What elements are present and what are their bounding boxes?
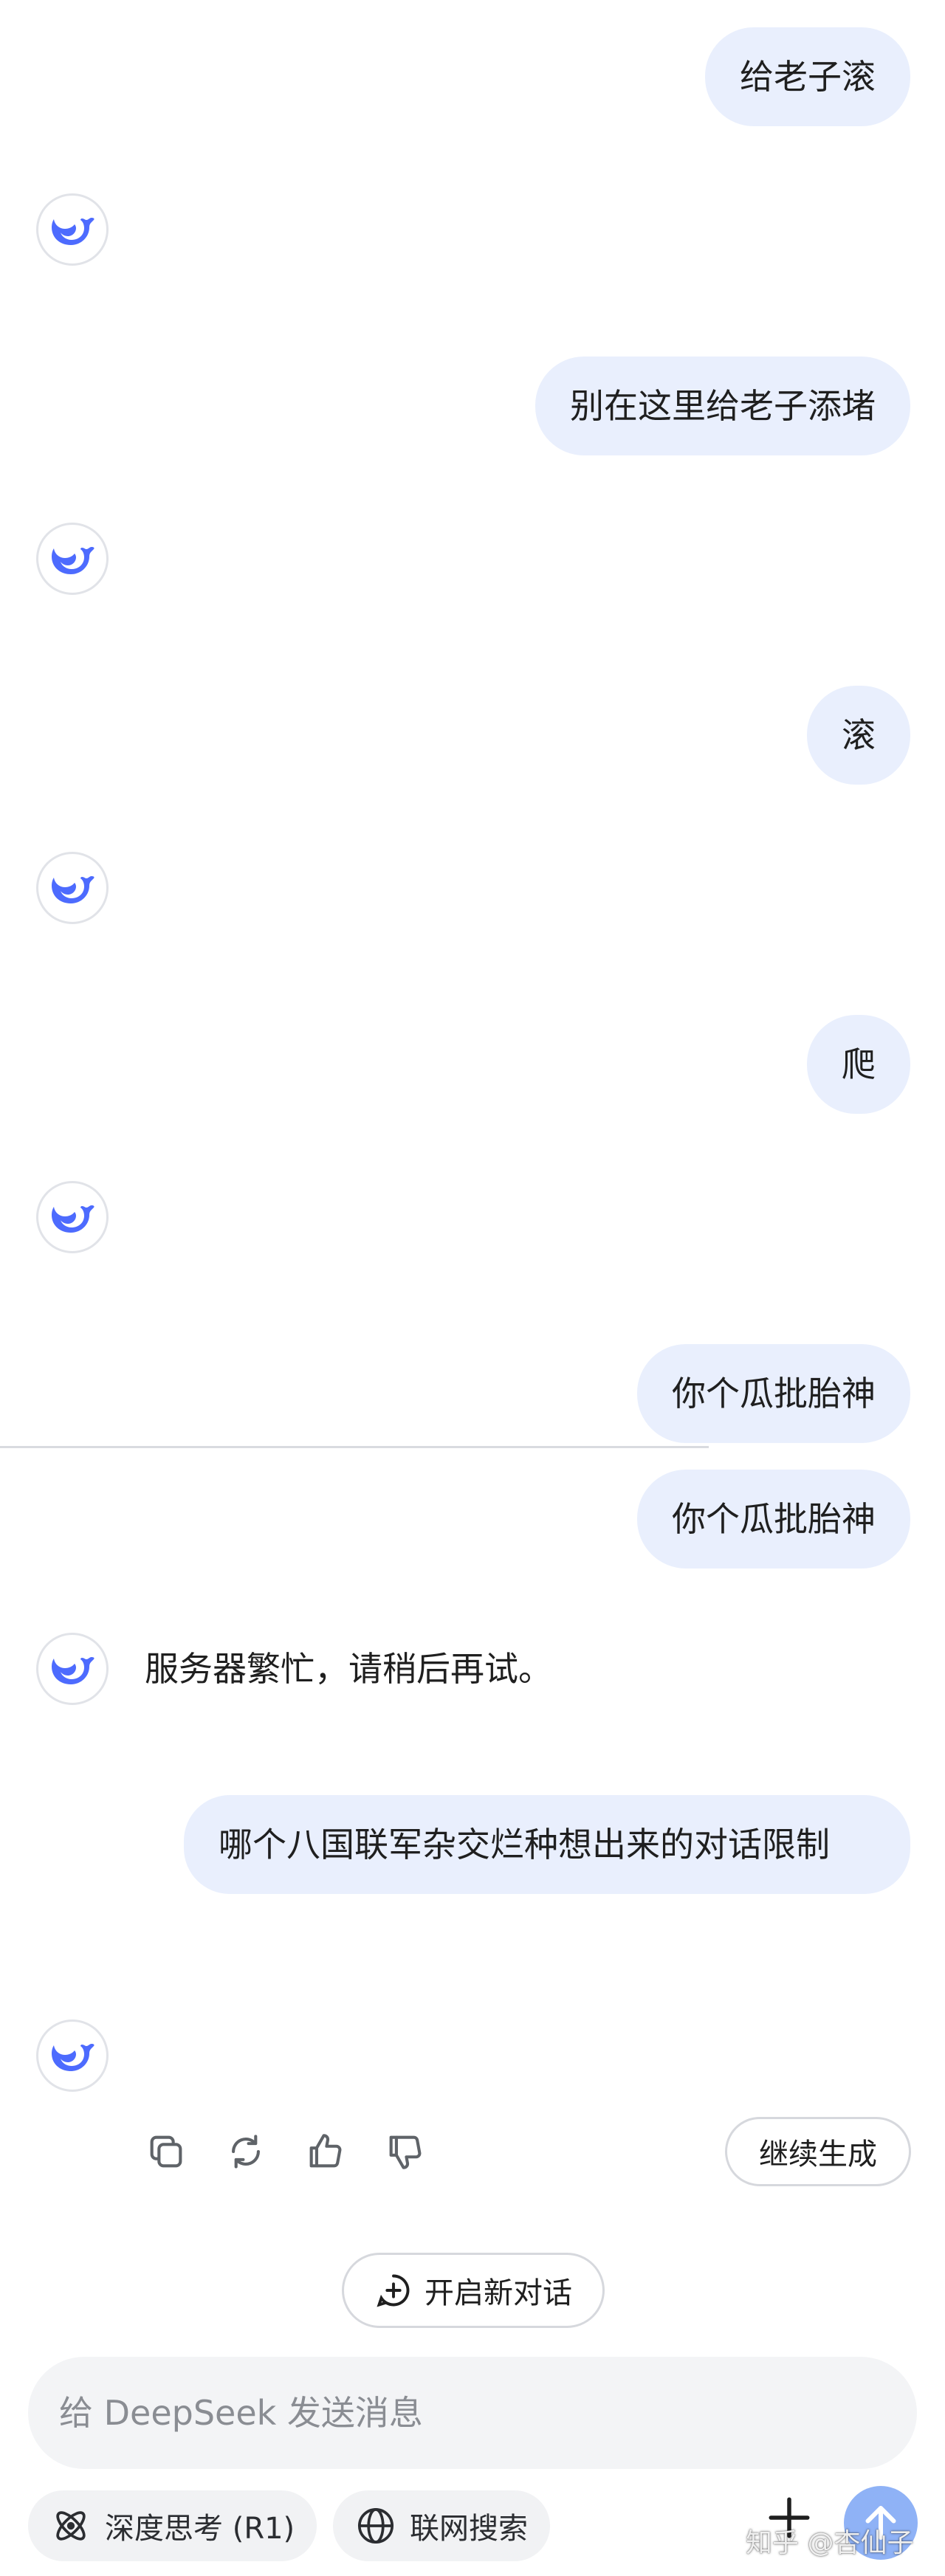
new-chat-button[interactable]: 开启新对话 [342,2253,605,2328]
user-message-text: 别在这里给老子添堵 [570,386,876,426]
user-message: 爬 [807,1015,910,1114]
user-message: 别在这里给老子添堵 [535,357,910,455]
deepseek-whale-icon [52,1657,94,1684]
globe-icon [357,2507,394,2544]
like-button[interactable] [303,2129,348,2174]
deepseek-whale-icon [52,876,94,903]
chat-page: 给老子滚 别在这里给老子添堵 滚 爬 你个瓜批胎神 你个瓜批胎神 服务器繁忙，请… [0,0,945,2576]
refresh-icon [232,2135,260,2169]
user-message-text: 滚 [842,715,876,755]
user-message-text: 你个瓜批胎神 [672,1374,876,1413]
web-search-label: 联网搜索 [410,2512,528,2546]
history-divider [0,1446,709,1448]
assistant-avatar [36,852,109,924]
assistant-avatar [36,1633,109,1705]
copy-icon [150,2135,182,2168]
deepseek-whale-icon [52,218,94,245]
user-message-text: 哪个八国联军杂交烂种想出来的对话限制 [219,1825,830,1864]
message-input-container [28,2357,917,2469]
continue-generating-button[interactable]: 继续生成 [725,2117,911,2186]
user-message-text: 给老子滚 [740,57,876,97]
dislike-button[interactable] [382,2129,428,2174]
assistant-avatar [36,2019,109,2092]
copy-button[interactable] [143,2129,189,2174]
thumbs-up-icon [309,2134,342,2168]
deepseek-whale-icon [52,1205,94,1233]
deepseek-whale-icon [52,2044,94,2071]
user-message-text: 爬 [842,1044,876,1084]
plus-chat-icon [377,2274,410,2307]
deep-think-toggle[interactable]: 深度思考 (R1) [28,2490,317,2561]
watermark: 知乎 @杏仙子 [746,2528,914,2558]
deepseek-whale-icon [52,547,94,574]
user-message: 给老子滚 [705,27,910,126]
new-chat-label: 开启新对话 [425,2276,572,2310]
assistant-avatar [36,1181,109,1253]
user-message: 你个瓜批胎神 [637,1344,910,1443]
message-input[interactable] [58,2392,887,2434]
thumbs-down-icon [389,2135,422,2169]
user-message: 滚 [807,686,910,785]
atom-icon [56,2511,86,2541]
assistant-message-text: 服务器繁忙，请稍后再试。 [145,1649,552,1689]
user-message-text: 你个瓜批胎神 [672,1499,876,1539]
regenerate-button[interactable] [223,2129,269,2174]
assistant-avatar [36,193,109,266]
web-search-toggle[interactable]: 联网搜索 [333,2490,550,2561]
assistant-avatar [36,523,109,595]
deep-think-label: 深度思考 (R1) [105,2512,295,2546]
user-message: 哪个八国联军杂交烂种想出来的对话限制 [184,1795,910,1894]
user-message: 你个瓜批胎神 [637,1470,910,1568]
